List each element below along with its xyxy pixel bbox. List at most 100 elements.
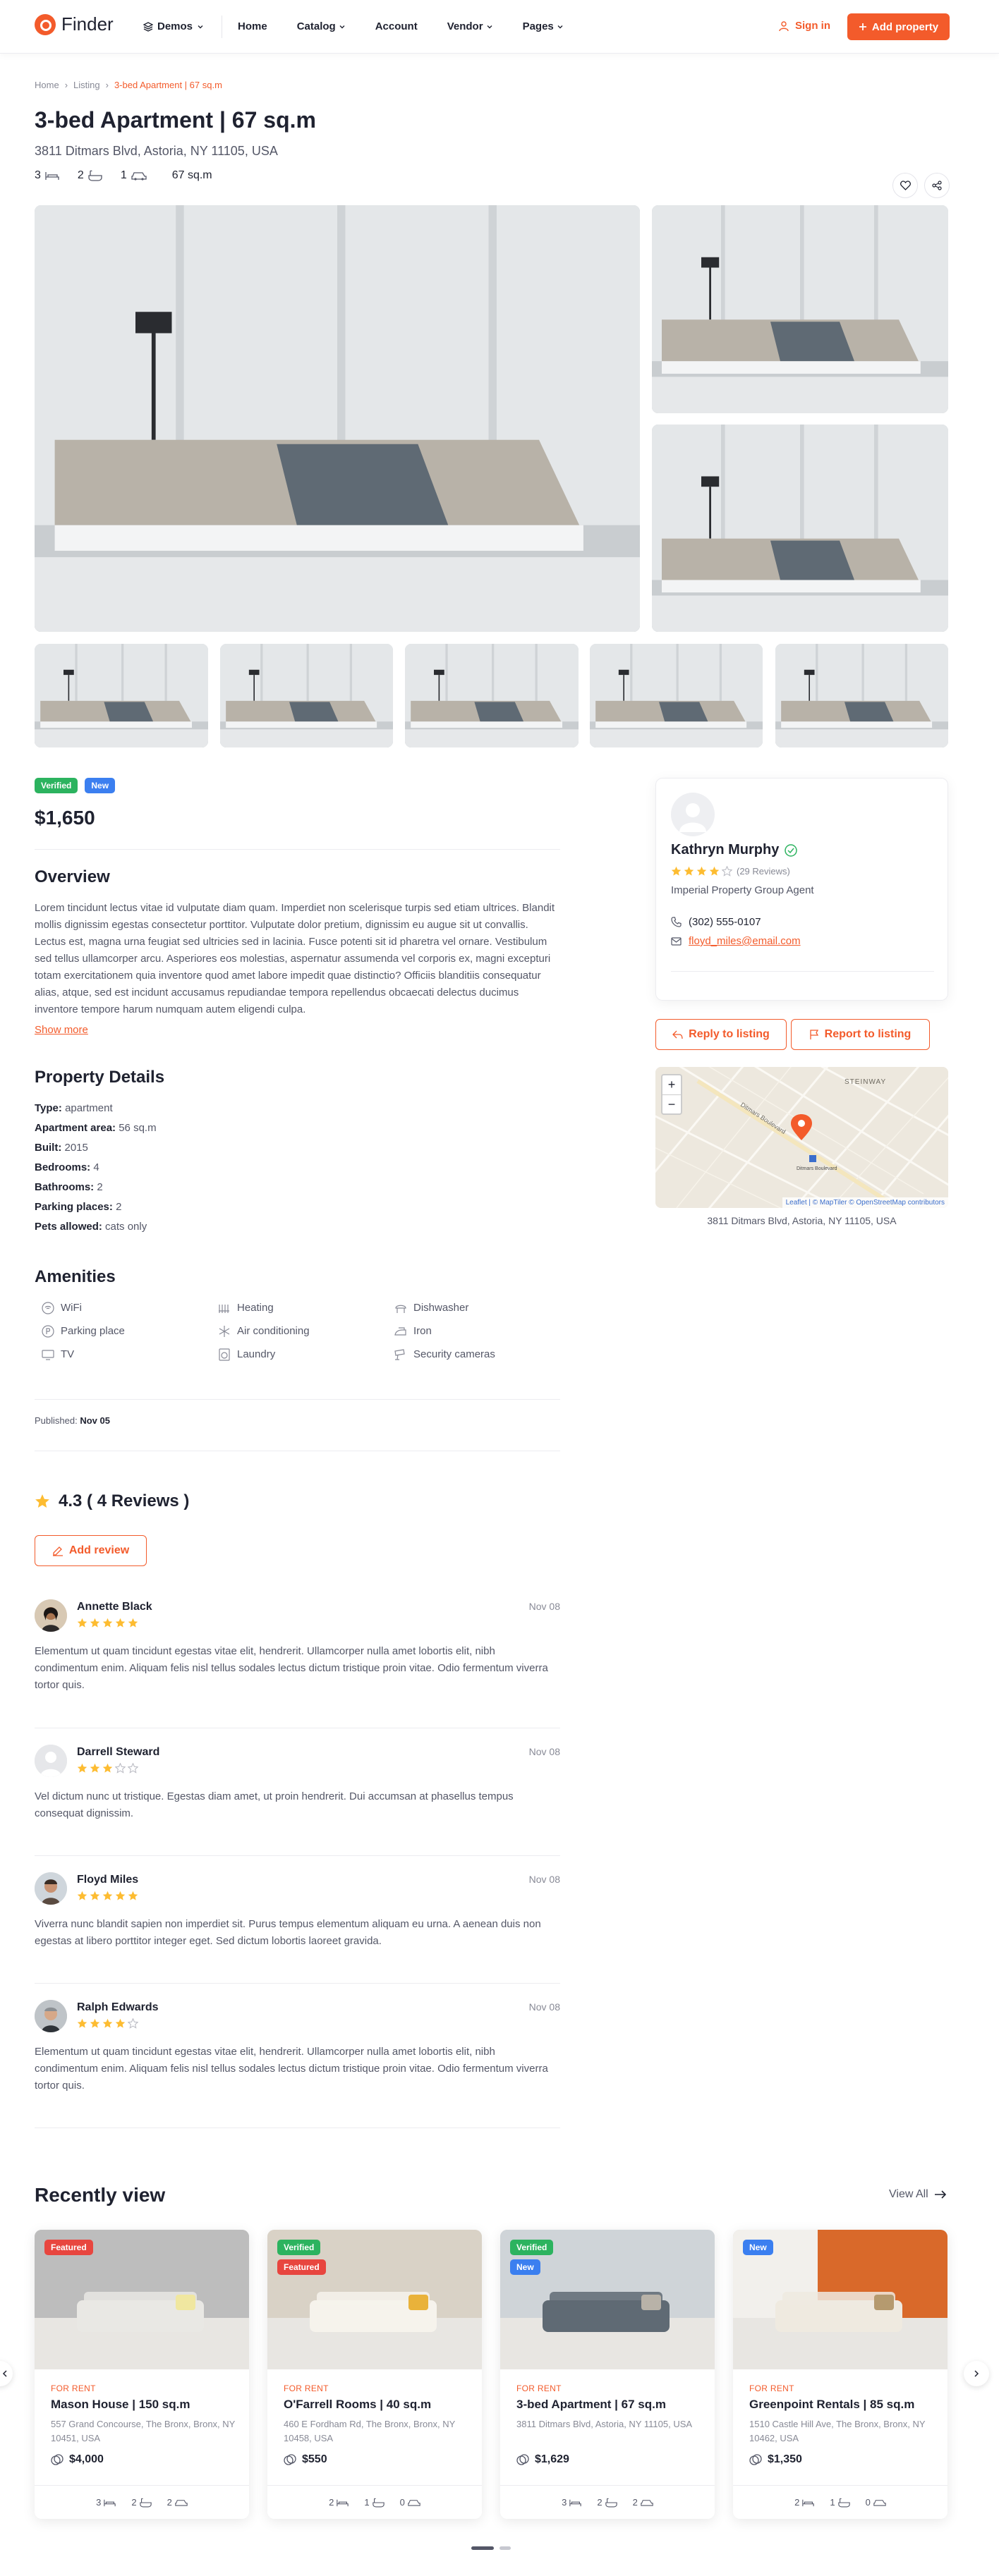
property-card-image[interactable]: Verified New [500,2230,715,2369]
property-card-image[interactable]: New [733,2230,947,2369]
bath-icon [372,2498,385,2508]
agent-rating-stars [671,866,732,877]
gallery-thumb[interactable] [775,644,948,747]
agent-card: Kathryn Murphy (29 Reviews) Imperial Pro… [655,778,948,1001]
agent-avatar [671,793,715,836]
chevron-right-icon: › [64,80,68,90]
divider [35,849,560,850]
carousel-dot-active[interactable] [471,2546,494,2550]
map[interactable]: STEINWAY Ditmars Boulevard Ditmars Boule… [655,1067,948,1208]
property-card[interactable]: New FOR RENT Greenpoint Rentals | 85 sq.m 1… [733,2230,947,2519]
property-card[interactable]: Verified New FOR RENT 3-bed Apartment | 67 … [500,2230,715,2519]
bed-icon [104,2499,116,2506]
detail-row: Type: apartment [35,1102,113,1114]
property-card-address: 1510 Castle Hill Ave, The Bronx, Bronx, … [749,2419,926,2443]
chevron-right-icon: › [105,80,109,90]
add-review-button[interactable]: Add review [35,1535,147,1566]
nav-account[interactable]: Account [375,20,418,32]
property-card-title[interactable]: Greenpoint Rentals | 85 sq.m [749,2398,914,2412]
cash-icon [51,2454,63,2465]
amenity-item: Security cameras [394,1343,495,1366]
property-card-title[interactable]: 3-bed Apartment | 67 sq.m [516,2398,666,2412]
property-card-type: FOR RENT [51,2383,96,2393]
car-icon [408,2499,420,2506]
detail-row: Bathrooms: 2 [35,1181,103,1193]
nav-vendor[interactable]: Vendor [447,20,493,32]
chevron-down-icon [339,25,345,28]
camera-icon [394,1348,405,1360]
main-nav: Home Catalog Account Vendor Pages [238,20,564,32]
verified-badge: Verified [35,778,78,793]
property-card-type: FOR RENT [516,2383,562,2393]
bath-icon [605,2498,617,2508]
cars-count: 0 [866,2497,886,2508]
star-filled-icon [102,1891,113,1900]
gallery-thumb[interactable] [405,644,579,747]
map-attribution[interactable]: Leaflet | © MapTiler © OpenStreetMap con… [782,1197,948,1208]
carousel-next-button[interactable] [964,2361,989,2386]
avatar [35,1745,67,1777]
gallery-thumb[interactable] [590,644,763,747]
demos-dropdown[interactable]: Demos [143,20,204,32]
map-station-label: Ditmars Boulevard [797,1166,837,1171]
property-card-title[interactable]: Mason House | 150 sq.m [51,2398,190,2412]
laundry-icon [219,1348,230,1361]
baths-count: 2 [131,2497,152,2508]
reply-to-listing-button[interactable]: Reply to listing [655,1019,787,1050]
star-icon [35,1494,49,1508]
divider [671,971,934,972]
property-card-features: 3 2 2 [35,2485,249,2519]
property-card[interactable]: Featured FOR RENT Mason House | 150 sq.m 55… [35,2230,249,2519]
property-card-title[interactable]: O'Farrell Rooms | 40 sq.m [284,2398,431,2412]
star-filled-icon [115,2018,126,2028]
review-text: Viverra nunc blandit sapien non imperdie… [35,1918,541,1947]
report-listing-button[interactable]: Report to listing [791,1019,930,1050]
property-card-image[interactable]: Verified Featured [267,2230,482,2369]
sign-in-link[interactable]: Sign in [778,20,830,32]
gallery-thumb[interactable] [35,644,208,747]
star-empty-icon [115,1763,126,1774]
agent-phone[interactable]: (302) 555-0107 [689,916,761,928]
gallery-main-photo[interactable] [35,205,640,632]
view-all-link[interactable]: View All [889,2188,947,2201]
nav-pages[interactable]: Pages [523,20,564,32]
share-button[interactable] [924,173,950,198]
breadcrumb-home[interactable]: Home [35,80,59,90]
parking-icon [42,1324,54,1338]
baths-count: 1 [364,2497,385,2508]
carousel-dot[interactable] [500,2546,511,2550]
add-property-button[interactable]: Add property [847,13,950,40]
property-card-features: 2 1 0 [267,2485,482,2519]
carousel-prev-button[interactable] [0,2361,13,2386]
agent-name[interactable]: Kathryn Murphy [671,842,779,858]
property-details-list: Type: apartment Apartment area: 56 sq.m … [35,1099,157,1237]
detail-row: Pets allowed: cats only [35,1221,147,1233]
divider [35,1855,560,1856]
show-more-link[interactable]: Show more [35,1024,88,1036]
zoom-out-button[interactable]: − [662,1094,681,1114]
property-card[interactable]: Verified Featured FOR RENT O'Farrell Rooms … [267,2230,482,2519]
agent-email[interactable]: floyd_miles@email.com [689,935,801,947]
new-badge: New [510,2259,540,2275]
property-card-address: 460 E Fordham Rd, The Bronx, Bronx, NY 1… [284,2419,456,2443]
gallery-thumb[interactable] [220,644,393,747]
edit-icon [52,1546,63,1556]
gallery-photo[interactable] [652,205,948,413]
featured-badge: Featured [277,2259,326,2275]
breadcrumb-listing[interactable]: Listing [73,80,100,90]
amenities-col: Dishwasher Iron Security cameras [394,1296,495,1366]
nav-home[interactable]: Home [238,20,267,32]
logo[interactable]: Finder [35,13,114,35]
nav-catalog[interactable]: Catalog [297,20,346,32]
amenity-item: Air conditioning [218,1319,310,1343]
reply-icon [672,1030,683,1039]
wishlist-button[interactable] [892,173,918,198]
car-icon [175,2499,188,2506]
gallery-photo[interactable] [652,425,948,632]
property-card-price: $1,350 [749,2453,802,2466]
verified-badge: Verified [277,2240,321,2255]
property-card-image[interactable]: Featured [35,2230,249,2369]
breadcrumb: Home › Listing › 3-bed Apartment | 67 sq… [35,80,222,90]
property-card-features: 2 1 0 [733,2485,947,2519]
zoom-in-button[interactable]: + [662,1075,681,1094]
